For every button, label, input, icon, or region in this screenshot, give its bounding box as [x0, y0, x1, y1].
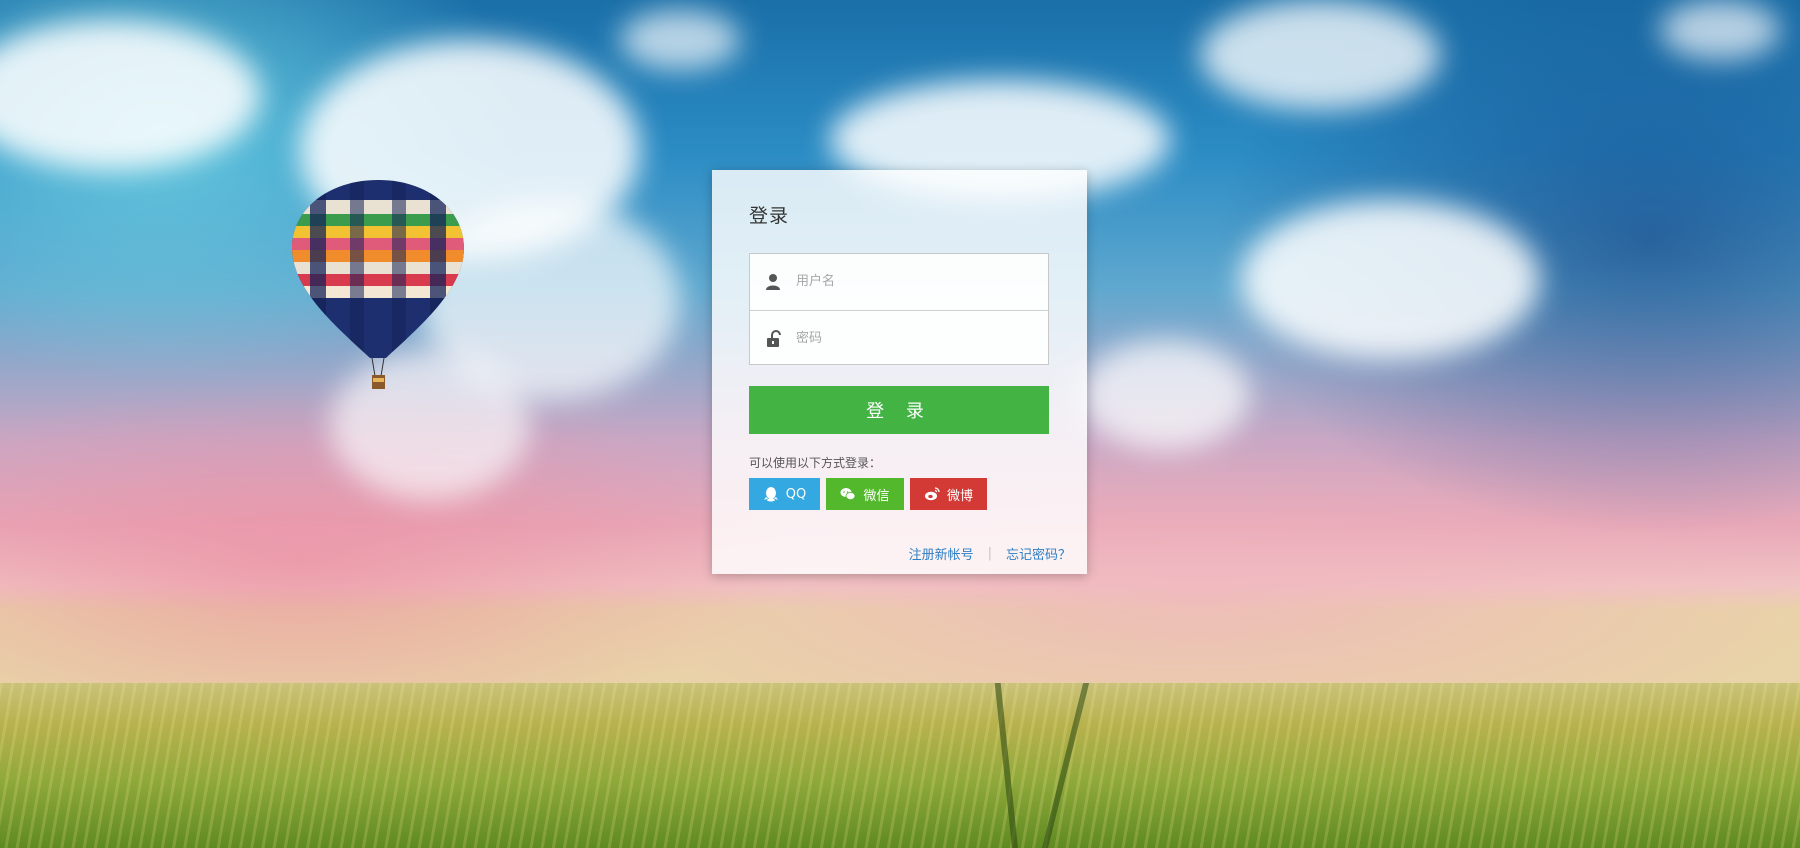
login-title: 登录 — [749, 205, 790, 227]
link-separator: | — [987, 546, 992, 561]
hot-air-balloon-image — [292, 180, 464, 389]
login-input-group — [749, 253, 1049, 367]
cloud — [1660, 0, 1780, 60]
cloud — [1240, 200, 1540, 360]
account-links: 注册新帐号 | 忘记密码？ — [909, 544, 1071, 563]
password-row — [750, 310, 1048, 367]
wechat-icon — [840, 488, 856, 500]
username-input[interactable] — [796, 254, 1036, 309]
register-link[interactable]: 注册新帐号 — [909, 544, 974, 563]
unlock-icon — [767, 330, 781, 347]
wheat-field-texture — [0, 683, 1800, 848]
forgot-password-link[interactable]: 忘记密码？ — [1006, 544, 1071, 563]
weibo-icon — [924, 487, 940, 501]
cloud — [1080, 340, 1250, 450]
login-card: 登录 登 录 可以使用以下方式登录： — [712, 170, 1087, 574]
cloud — [1200, 0, 1440, 110]
qq-icon — [763, 487, 778, 502]
login-page: 登录 登 录 可以使用以下方式登录： — [0, 0, 1800, 848]
wechat-login-button[interactable]: 微信 — [826, 478, 904, 510]
user-icon — [766, 274, 780, 290]
wechat-label: 微信 — [863, 488, 890, 504]
login-button[interactable]: 登 录 — [749, 386, 1049, 434]
qq-label: QQ — [785, 486, 807, 502]
alt-login-label: 可以使用以下方式登录： — [749, 456, 882, 470]
qq-login-button[interactable]: QQ — [749, 478, 820, 510]
cloud — [620, 10, 740, 70]
username-row — [750, 254, 1048, 310]
weibo-label: 微博 — [946, 488, 973, 504]
password-input[interactable] — [796, 311, 1036, 366]
weibo-login-button[interactable]: 微博 — [910, 478, 987, 510]
